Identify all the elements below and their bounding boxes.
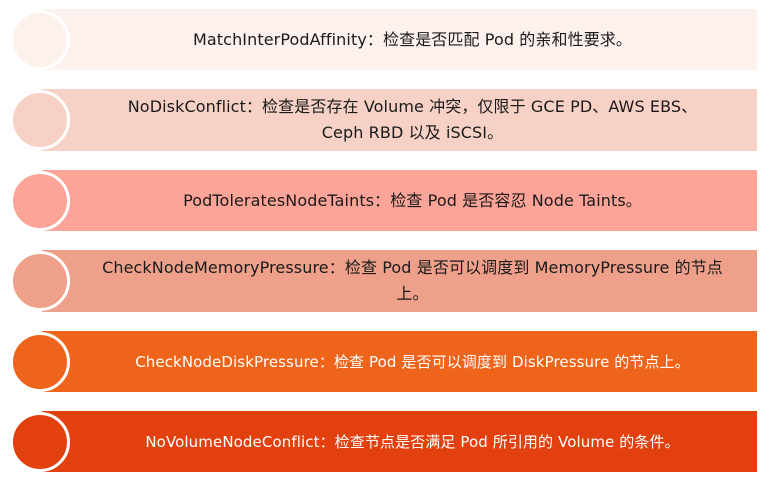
- predicate-item-no-volume-node-conflict: NoVolumeNodeConflict：检查节点是否满足 Pod 所引用的 V…: [0, 411, 781, 472]
- predicate-text: CheckNodeDiskPressure：检查 Pod 是否可以调度到 Dis…: [135, 352, 690, 371]
- bullet-circle-icon: [10, 251, 70, 311]
- predicate-bar: CheckNodeMemoryPressure：检查 Pod 是否可以调度到 M…: [42, 250, 757, 312]
- predicate-bar: MatchInterPodAffinity：检查是否匹配 Pod 的亲和性要求。: [42, 9, 757, 70]
- predicate-bar: PodToleratesNodeTaints：检查 Pod 是否容忍 Node …: [42, 170, 757, 231]
- predicate-text: PodToleratesNodeTaints：检查 Pod 是否容忍 Node …: [183, 190, 642, 210]
- bullet-circle-icon: [10, 90, 70, 150]
- predicate-bar: NoDiskConflict：检查是否存在 Volume 冲突，仅限于 GCE …: [42, 89, 757, 151]
- predicate-item-match-inter-pod-affinity: MatchInterPodAffinity：检查是否匹配 Pod 的亲和性要求。: [0, 9, 781, 70]
- predicate-text: CheckNodeMemoryPressure：检查 Pod 是否可以调度到 M…: [102, 258, 723, 303]
- predicate-item-check-node-memory-pressure: CheckNodeMemoryPressure：检查 Pod 是否可以调度到 M…: [0, 250, 781, 312]
- predicate-text: NoDiskConflict：检查是否存在 Volume 冲突，仅限于 GCE …: [127, 97, 698, 142]
- bullet-circle-icon: [10, 332, 70, 392]
- predicate-bar: NoVolumeNodeConflict：检查节点是否满足 Pod 所引用的 V…: [42, 411, 757, 472]
- predicate-item-check-node-disk-pressure: CheckNodeDiskPressure：检查 Pod 是否可以调度到 Dis…: [0, 331, 781, 392]
- bullet-circle-icon: [10, 10, 70, 70]
- bullet-circle-icon: [10, 171, 70, 231]
- predicate-text: MatchInterPodAffinity：检查是否匹配 Pod 的亲和性要求。: [192, 29, 632, 49]
- predicate-bar: CheckNodeDiskPressure：检查 Pod 是否可以调度到 Dis…: [42, 331, 757, 392]
- bullet-circle-icon: [10, 412, 70, 472]
- predicate-text: NoVolumeNodeConflict：检查节点是否满足 Pod 所引用的 V…: [145, 432, 680, 451]
- predicate-item-pod-tolerates-node-taints: PodToleratesNodeTaints：检查 Pod 是否容忍 Node …: [0, 170, 781, 231]
- predicate-item-no-disk-conflict: NoDiskConflict：检查是否存在 Volume 冲突，仅限于 GCE …: [0, 89, 781, 151]
